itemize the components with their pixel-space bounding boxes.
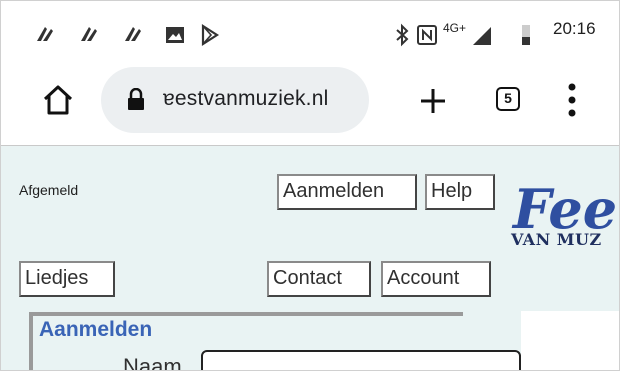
browser-toolbar: ɐestvanmuziek.nl 5 xyxy=(1,63,619,145)
site-logo-subtitle: VAN MUZ xyxy=(511,230,602,249)
url-text: ɐestvanmuziek.nl xyxy=(163,87,329,110)
tab-switcher-button[interactable]: 5 xyxy=(496,87,520,111)
address-bar[interactable]: ɐestvanmuziek.nl xyxy=(101,67,369,133)
status-bar: 4G+ 20:16 xyxy=(1,1,619,63)
notification-icon xyxy=(125,27,141,41)
login-status: Afgemeld xyxy=(19,182,79,198)
notification-icon xyxy=(81,27,97,41)
image-icon xyxy=(166,27,184,43)
new-tab-icon[interactable] xyxy=(417,85,449,117)
login-panel: Aanmelden Naam xyxy=(29,312,521,371)
account-tab[interactable]: Account xyxy=(381,261,491,297)
lock-icon xyxy=(128,88,144,110)
notification-icon xyxy=(37,27,53,41)
clock: 20:16 xyxy=(553,19,596,38)
name-label: Naam xyxy=(123,354,182,371)
contact-tab[interactable]: Contact xyxy=(267,261,371,297)
network-type: 4G+ xyxy=(443,21,467,35)
battery-icon xyxy=(522,25,530,45)
signal-icon xyxy=(473,27,491,45)
help-button[interactable]: Help xyxy=(425,174,495,210)
more-options-icon[interactable] xyxy=(566,81,578,119)
aanmelden-button[interactable]: Aanmelden xyxy=(277,174,417,210)
play-store-icon xyxy=(201,23,220,47)
site-logo[interactable]: Fee xyxy=(513,182,617,236)
nfc-icon xyxy=(417,25,437,45)
content-area xyxy=(521,311,619,370)
name-input[interactable] xyxy=(201,350,521,370)
bluetooth-icon xyxy=(396,23,409,47)
liedjes-tab[interactable]: Liedjes xyxy=(19,261,115,297)
login-panel-title: Aanmelden xyxy=(39,318,153,341)
home-icon[interactable] xyxy=(41,83,75,117)
screen: 4G+ 20:16 ɐestvanmuziek.nl 5 Afgemeld Aa… xyxy=(0,0,620,371)
web-page: Afgemeld Aanmelden Help Fee VAN MUZ Lied… xyxy=(1,145,619,371)
